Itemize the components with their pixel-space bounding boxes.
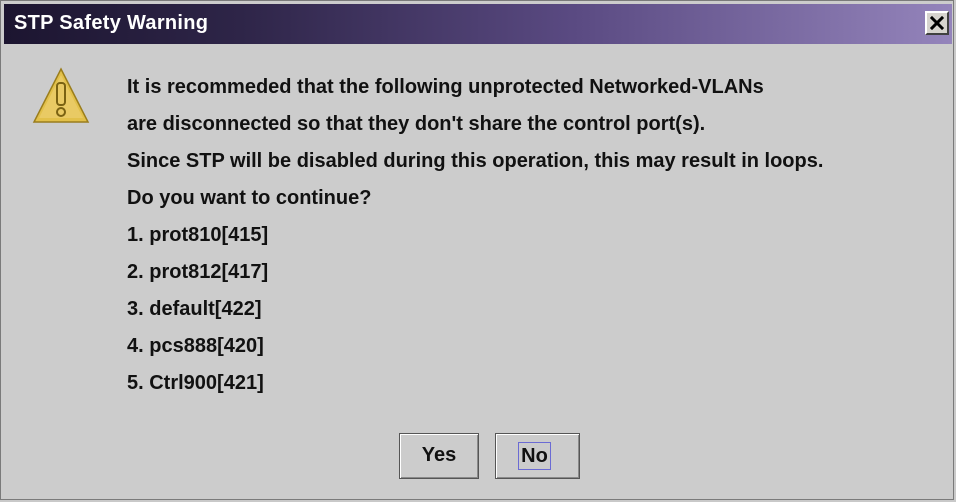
focus-indicator: No [518, 442, 551, 470]
window-title: STP Safety Warning [14, 12, 209, 34]
vlan-list-item: 3. default[422] [127, 298, 262, 320]
close-icon [930, 16, 944, 30]
yes-button-label: Yes [421, 444, 457, 466]
stp-warning-dialog: STP Safety Warning It is recommeded that… [0, 0, 954, 500]
yes-button[interactable]: Yes [399, 433, 479, 479]
vlan-list-item: 2. prot812[417] [127, 261, 269, 283]
message-text: It is recommeded that the following unpr… [127, 69, 823, 402]
title-bar[interactable]: STP Safety Warning [4, 4, 952, 44]
no-button-label: No [521, 445, 548, 467]
message-line: Do you want to continue? [127, 187, 372, 209]
vlan-list-item: 1. prot810[415] [127, 224, 269, 246]
vlan-list-item: 4. pcs888[420] [127, 335, 264, 357]
message-line: Since STP will be disabled during this o… [127, 150, 824, 172]
message-line: It is recommeded that the following unpr… [127, 76, 764, 98]
message-line: are disconnected so that they don't shar… [127, 113, 706, 135]
close-button[interactable] [925, 11, 949, 35]
vlan-list-item: 5. Ctrl900[421] [127, 372, 264, 394]
warning-triangle-icon [32, 67, 90, 123]
no-button[interactable]: No [495, 433, 580, 479]
